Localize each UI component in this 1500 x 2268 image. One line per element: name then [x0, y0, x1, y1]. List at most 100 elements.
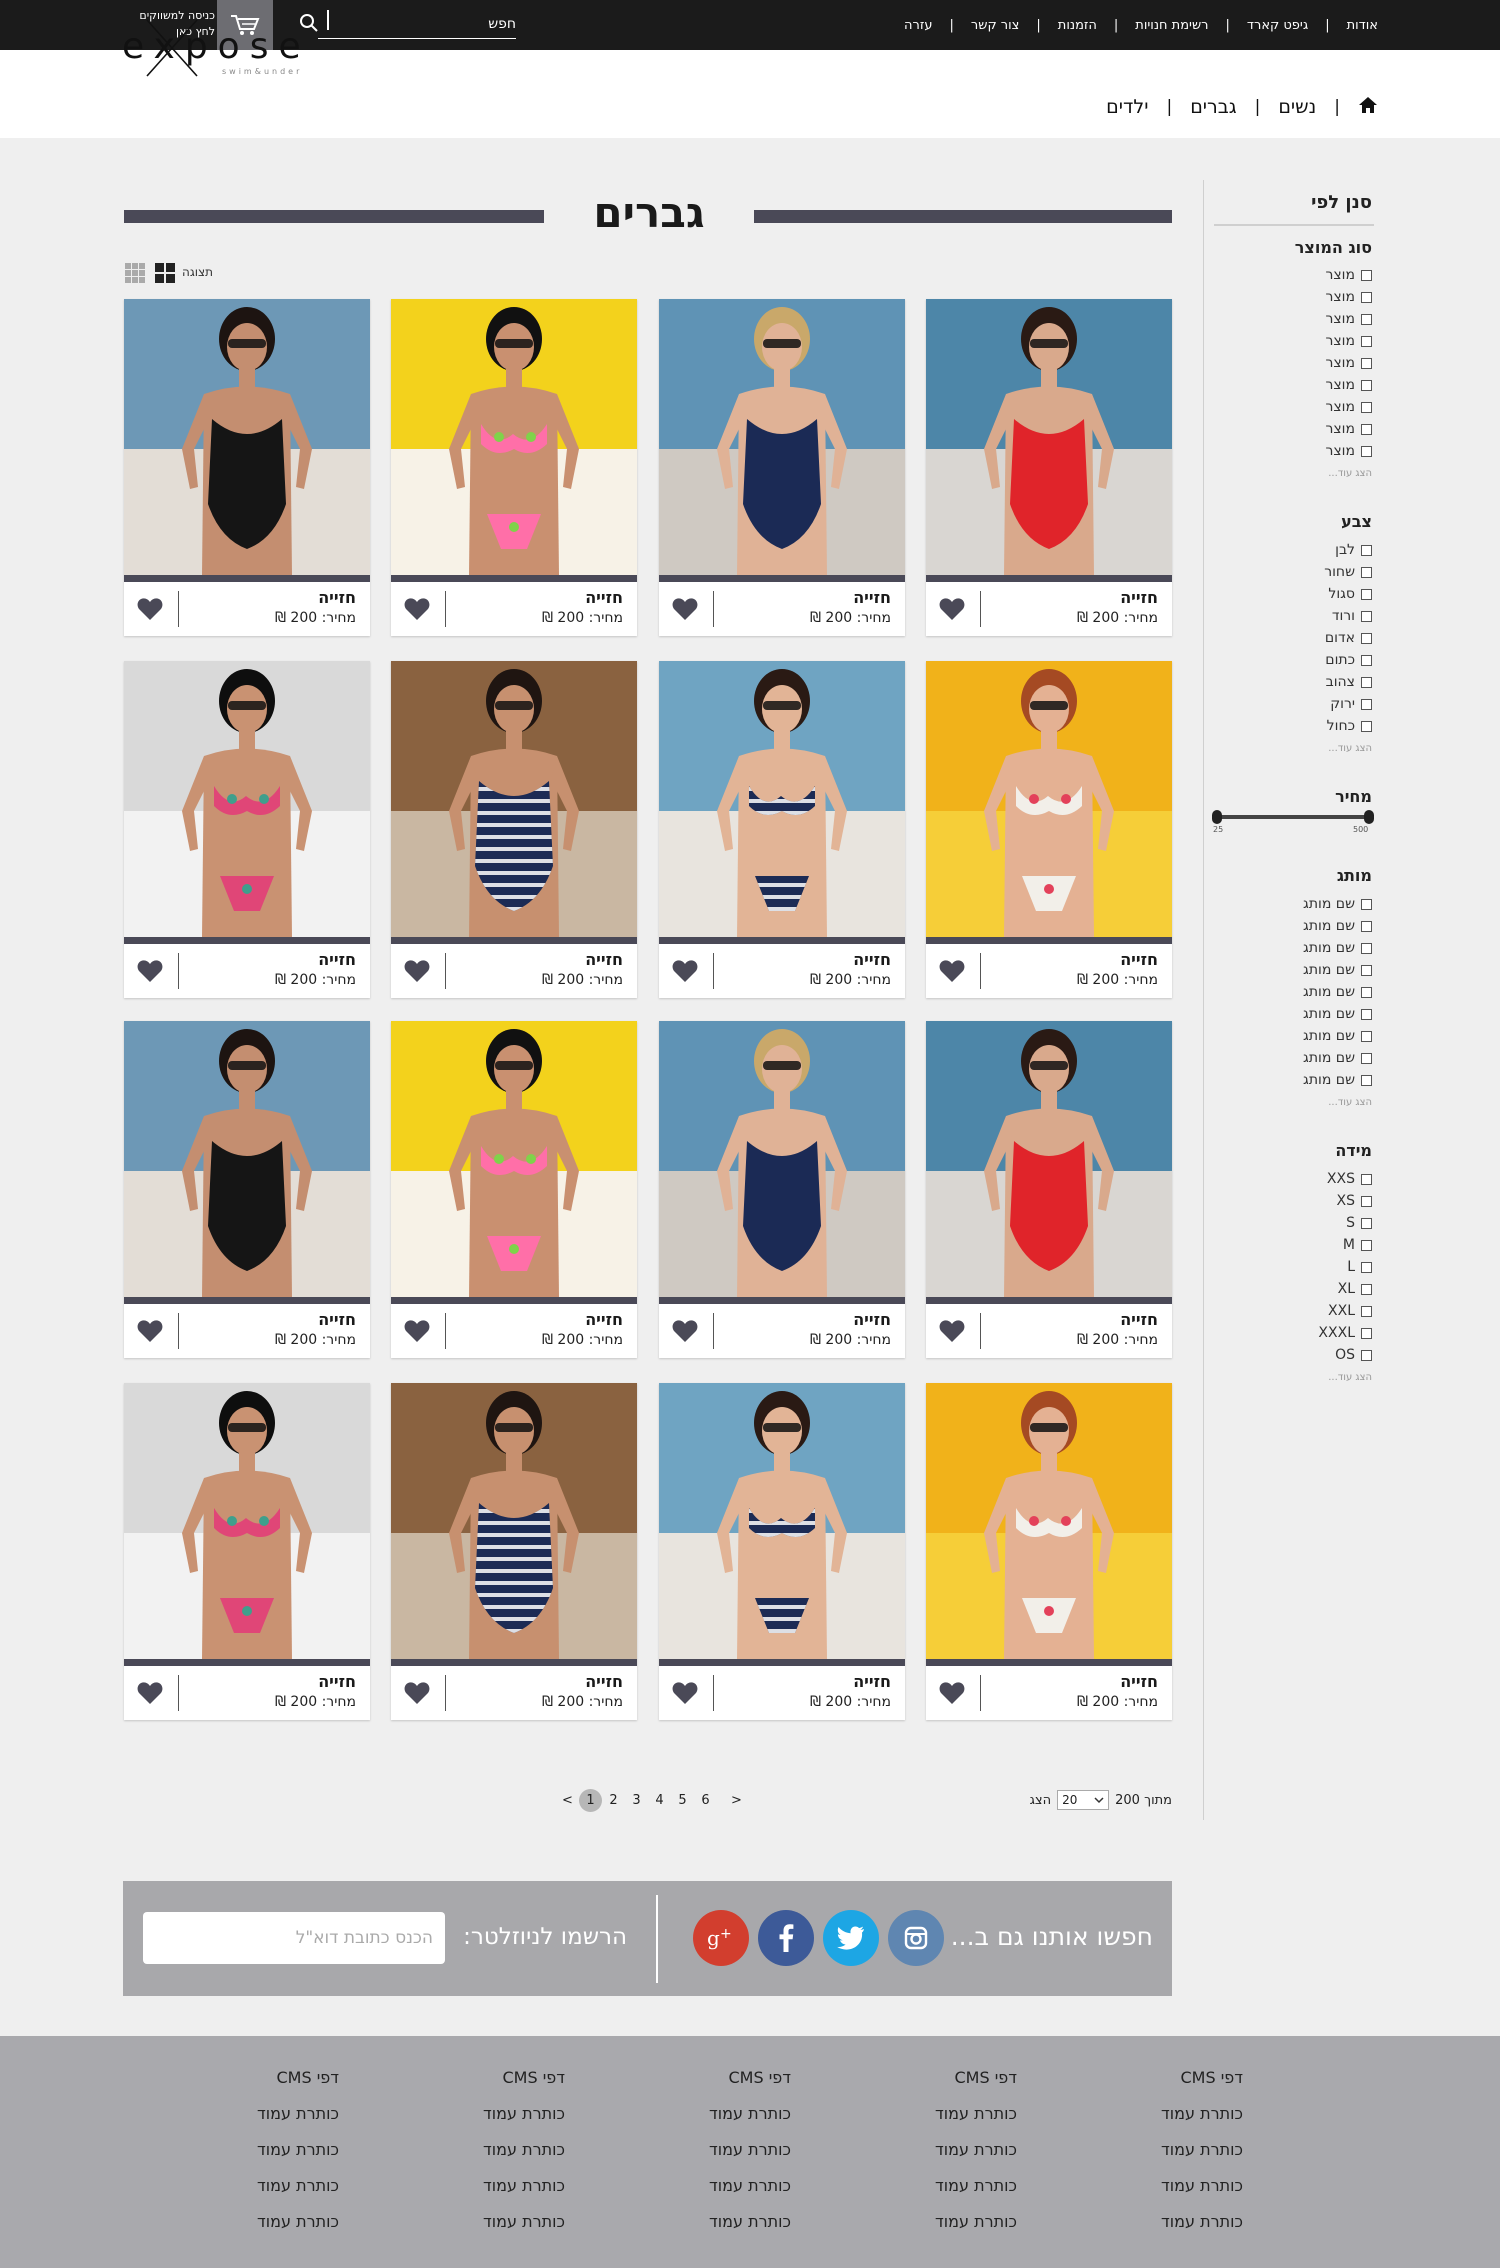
nav-kids[interactable]: ילדים	[1106, 96, 1148, 118]
heart-icon[interactable]	[672, 1319, 698, 1343]
filter-color-option[interactable]: כתום	[1325, 649, 1372, 671]
grid-view-large-icon[interactable]	[155, 263, 175, 283]
heart-icon[interactable]	[939, 1319, 965, 1343]
search-input[interactable]	[326, 11, 516, 37]
heart-icon[interactable]	[939, 1681, 965, 1705]
product-image[interactable]	[124, 299, 370, 575]
google-plus-button[interactable]: g +	[693, 1910, 749, 1966]
footer-link[interactable]: כותרת עמוד	[1073, 2140, 1243, 2176]
product-image[interactable]	[659, 661, 905, 937]
product-card[interactable]: חזייה מחיר: 200 ₪	[926, 1021, 1172, 1358]
price-slider-max-handle[interactable]	[1364, 810, 1374, 824]
filter-size-option[interactable]: XXS	[1327, 1168, 1372, 1190]
filter-checkbox[interactable]	[1361, 1052, 1372, 1064]
filter-size-option[interactable]: XXL	[1328, 1300, 1372, 1322]
filter-checkbox[interactable]	[1361, 942, 1372, 954]
filter-size-option[interactable]: XS	[1337, 1190, 1372, 1212]
filter-color-option[interactable]: לבן	[1335, 539, 1372, 561]
filter-checkbox[interactable]	[1361, 1008, 1372, 1020]
product-image[interactable]	[659, 1383, 905, 1659]
page-4[interactable]: 4	[648, 1789, 671, 1812]
filter-checkbox[interactable]	[1361, 445, 1372, 457]
filter-product-type-option[interactable]: מוצר	[1325, 374, 1372, 396]
footer-link[interactable]: כותרת עמוד	[847, 2212, 1017, 2248]
filter-checkbox[interactable]	[1361, 566, 1372, 578]
page-3[interactable]: 3	[625, 1789, 648, 1812]
filter-checkbox[interactable]	[1361, 401, 1372, 413]
product-image[interactable]	[926, 661, 1172, 937]
footer-link[interactable]: כותרת עמוד	[169, 2212, 339, 2248]
filter-checkbox[interactable]	[1361, 291, 1372, 303]
nav-men[interactable]: גברים	[1190, 96, 1236, 118]
pagination-prev[interactable]: <	[556, 1789, 579, 1812]
filter-product-type-option[interactable]: מוצר	[1325, 396, 1372, 418]
footer-link[interactable]: כותרת עמוד	[621, 2104, 791, 2140]
heart-icon[interactable]	[137, 1319, 163, 1343]
top-nav-contact[interactable]: צור קשר	[971, 18, 1020, 33]
price-slider-track[interactable]	[1215, 815, 1369, 819]
footer-link[interactable]: כותרת עמוד	[169, 2176, 339, 2212]
filter-checkbox[interactable]	[1361, 920, 1372, 932]
size-show-more[interactable]: הצג עוד...	[1328, 1372, 1372, 1383]
footer-link[interactable]: כותרת עמוד	[395, 2212, 565, 2248]
product-card[interactable]: חזייה מחיר: 200 ₪	[391, 1021, 637, 1358]
filter-brand-option[interactable]: שם מותג	[1303, 1003, 1372, 1025]
price-slider-min-handle[interactable]	[1212, 810, 1222, 824]
footer-link[interactable]: כותרת עמוד	[1073, 2176, 1243, 2212]
filter-checkbox[interactable]	[1361, 986, 1372, 998]
filter-checkbox[interactable]	[1361, 1327, 1372, 1339]
filter-checkbox[interactable]	[1361, 1261, 1372, 1273]
footer-link[interactable]: כותרת עמוד	[1073, 2104, 1243, 2140]
footer-link[interactable]: כותרת עמוד	[395, 2140, 565, 2176]
heart-icon[interactable]	[137, 959, 163, 983]
home-icon[interactable]	[1358, 96, 1378, 118]
product-card[interactable]: חזייה מחיר: 200 ₪	[391, 1383, 637, 1720]
filter-color-option[interactable]: סגול	[1328, 583, 1372, 605]
filter-checkbox[interactable]	[1361, 313, 1372, 325]
filter-checkbox[interactable]	[1361, 1217, 1372, 1229]
footer-link[interactable]: כותרת עמוד	[169, 2140, 339, 2176]
heart-icon[interactable]	[672, 1681, 698, 1705]
filter-brand-option[interactable]: שם מותג	[1303, 981, 1372, 1003]
filter-size-option[interactable]: M	[1343, 1234, 1372, 1256]
filter-checkbox[interactable]	[1361, 1074, 1372, 1086]
heart-icon[interactable]	[672, 597, 698, 621]
product-card[interactable]: חזייה מחיר: 200 ₪	[659, 1021, 905, 1358]
product-image[interactable]	[926, 299, 1172, 575]
filter-color-option[interactable]: ורוד	[1332, 605, 1372, 627]
filter-brand-option[interactable]: שם מותג	[1303, 915, 1372, 937]
product-card[interactable]: חזייה מחיר: 200 ₪	[124, 661, 370, 998]
filter-checkbox[interactable]	[1361, 423, 1372, 435]
heart-icon[interactable]	[939, 597, 965, 621]
filter-checkbox[interactable]	[1361, 720, 1372, 732]
product-card[interactable]: חזייה מחיר: 200 ₪	[391, 299, 637, 636]
top-nav-orders[interactable]: הזמנות	[1058, 18, 1097, 33]
product-image[interactable]	[926, 1021, 1172, 1297]
grid-view-small-icon[interactable]	[125, 263, 145, 283]
filter-brand-option[interactable]: שם מותג	[1303, 893, 1372, 915]
filter-brand-option[interactable]: שם מותג	[1303, 959, 1372, 981]
product-card[interactable]: חזייה מחיר: 200 ₪	[124, 1383, 370, 1720]
filter-brand-option[interactable]: שם מותג	[1303, 1025, 1372, 1047]
product-image[interactable]	[124, 1383, 370, 1659]
footer-link[interactable]: כותרת עמוד	[847, 2140, 1017, 2176]
footer-link[interactable]: כותרת עמוד	[395, 2176, 565, 2212]
heart-icon[interactable]	[404, 1681, 430, 1705]
filter-checkbox[interactable]	[1361, 588, 1372, 600]
page-5[interactable]: 5	[671, 1789, 694, 1812]
page-2[interactable]: 2	[602, 1789, 625, 1812]
twitter-button[interactable]	[823, 1910, 879, 1966]
filter-checkbox[interactable]	[1361, 1173, 1372, 1185]
top-nav-about[interactable]: אודות	[1347, 18, 1378, 33]
product-card[interactable]: חזייה מחיר: 200 ₪	[659, 299, 905, 636]
top-nav-help[interactable]: עזרה	[904, 18, 932, 33]
filter-checkbox[interactable]	[1361, 964, 1372, 976]
heart-icon[interactable]	[404, 597, 430, 621]
top-nav-stores[interactable]: רשימת חנויות	[1135, 18, 1208, 33]
product-type-show-more[interactable]: הצג עוד...	[1328, 468, 1372, 479]
filter-product-type-option[interactable]: מוצר	[1325, 418, 1372, 440]
product-image[interactable]	[391, 1021, 637, 1297]
product-card[interactable]: חזייה מחיר: 200 ₪	[124, 299, 370, 636]
product-image[interactable]	[124, 1021, 370, 1297]
filter-size-option[interactable]: XXXL	[1318, 1322, 1372, 1344]
